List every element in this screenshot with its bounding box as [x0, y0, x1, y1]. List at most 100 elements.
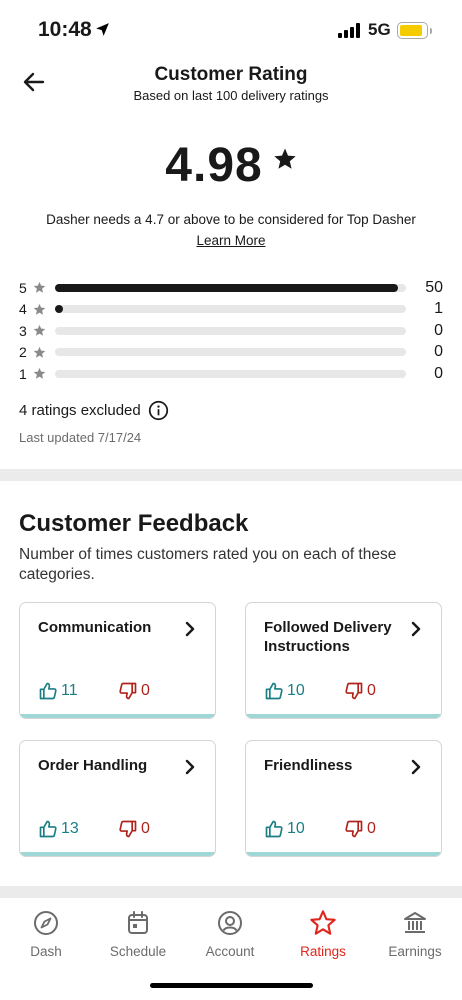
home-indicator	[150, 983, 313, 988]
star-icon	[30, 281, 52, 294]
chevron-right-icon	[183, 759, 197, 780]
feedback-card-title: Order Handling	[38, 757, 148, 774]
thumbs-down-stat: 0	[344, 681, 376, 701]
distribution-row: 30	[19, 320, 443, 342]
section-divider	[0, 886, 462, 898]
battery-icon	[397, 22, 428, 39]
compass-icon	[32, 908, 60, 938]
rating-count: 1	[434, 300, 443, 318]
distribution-row: 41	[19, 299, 443, 321]
distribution-row: 20	[19, 342, 443, 364]
account-icon	[216, 908, 244, 938]
thumbs-up-count: 10	[287, 820, 305, 837]
star-level: 1	[19, 365, 27, 382]
star-icon	[30, 367, 52, 380]
last-updated: Last updated 7/17/24	[19, 430, 142, 445]
thumbs-up-count: 10	[287, 682, 305, 699]
excluded-label: 4 ratings excluded	[19, 402, 141, 419]
star-level: 4	[19, 301, 27, 318]
tab-label: Ratings	[300, 944, 346, 959]
chevron-right-icon	[409, 621, 423, 642]
thumbs-up-stat: 11	[38, 681, 118, 701]
distribution-row: 10	[19, 363, 443, 385]
distribution-bar	[55, 369, 406, 378]
feedback-card-title: Communication	[38, 619, 152, 636]
location-arrow-icon	[96, 23, 109, 36]
tab-account[interactable]: Account	[184, 908, 276, 959]
feedback-stats: 13 0	[38, 819, 150, 839]
tab-earnings[interactable]: Earnings	[369, 908, 461, 959]
calendar-icon	[124, 908, 152, 938]
thumbs-up-stat: 10	[264, 819, 344, 839]
feedback-card-title: Followed Delivery Instructions	[264, 619, 392, 655]
status-time: 10:48	[38, 18, 92, 41]
thumbs-down-stat: 0	[118, 819, 150, 839]
thumbs-down-count: 0	[367, 682, 376, 699]
thumbs-down-stat: 0	[118, 681, 150, 701]
thumbs-down-count: 0	[141, 682, 150, 699]
star-level: 5	[19, 279, 27, 296]
thumbs-down-stat: 0	[344, 819, 376, 839]
feedback-card[interactable]: Followed Delivery Instructions 10 0	[245, 602, 442, 719]
feedback-stats: 11 0	[38, 681, 150, 701]
distribution-bar-fill	[55, 305, 63, 314]
tab-schedule[interactable]: Schedule	[92, 908, 184, 959]
feedback-card[interactable]: Friendliness 10 0	[245, 740, 442, 857]
feedback-card[interactable]: Communication 11 0	[19, 602, 216, 719]
thumbs-down-icon	[118, 819, 138, 839]
distribution-bar	[55, 305, 406, 314]
overall-rating: 4.98	[0, 138, 462, 193]
page-subtitle: Based on last 100 delivery ratings	[133, 88, 329, 103]
star-icon	[30, 324, 52, 337]
thumbs-up-icon	[264, 681, 284, 701]
rating-count: 50	[425, 278, 443, 296]
tab-label: Dash	[30, 944, 62, 959]
thumbs-down-icon	[344, 819, 364, 839]
thumbs-down-count: 0	[141, 820, 150, 837]
thumbs-down-count: 0	[367, 820, 376, 837]
learn-more-link[interactable]: Learn More	[196, 233, 265, 248]
chevron-right-icon	[409, 759, 423, 780]
info-icon[interactable]	[148, 400, 169, 421]
battery-tip	[430, 28, 432, 34]
network-type: 5G	[368, 20, 391, 39]
section-divider	[0, 469, 462, 481]
thumbs-up-count: 11	[61, 682, 78, 699]
thumbs-down-icon	[118, 681, 138, 701]
signal-icon	[338, 23, 360, 38]
page-title: Customer Rating	[154, 64, 308, 85]
distribution-bar	[55, 283, 406, 292]
thumbs-up-icon	[38, 681, 58, 701]
feedback-card[interactable]: Order Handling 13 0	[19, 740, 216, 857]
star-icon	[30, 303, 52, 316]
distribution-bar	[55, 326, 406, 335]
bank-icon	[401, 908, 429, 938]
tab-label: Earnings	[388, 944, 442, 959]
rating-count: 0	[434, 321, 443, 339]
excluded-ratings: 4 ratings excluded	[19, 400, 169, 421]
chevron-right-icon	[183, 621, 197, 642]
thumbs-up-count: 13	[61, 820, 79, 837]
star-icon	[274, 148, 296, 169]
feedback-stats: 10 0	[264, 681, 376, 701]
feedback-card-title: Friendliness	[264, 757, 353, 774]
thumbs-up-stat: 10	[264, 681, 344, 701]
thumbs-up-stat: 13	[38, 819, 118, 839]
distribution-bar-fill	[55, 283, 398, 292]
thumbs-up-icon	[264, 819, 284, 839]
thumbs-down-icon	[344, 681, 364, 701]
star-level: 2	[19, 344, 27, 361]
tab-ratings[interactable]: Ratings	[277, 908, 369, 959]
distribution-row: 5 50	[19, 277, 443, 299]
feedback-stats: 10 0	[264, 819, 376, 839]
star-icon	[309, 908, 337, 938]
rating-count: 0	[434, 343, 443, 361]
rating-count: 0	[434, 364, 443, 382]
star-level: 3	[19, 322, 27, 339]
status-bar: 10:48 5G	[0, 0, 462, 60]
tab-dash[interactable]: Dash	[0, 908, 92, 959]
star-icon	[30, 346, 52, 359]
tab-label: Account	[205, 944, 255, 959]
header: Customer Rating Based on last 100 delive…	[0, 60, 462, 108]
distribution-bar	[55, 348, 406, 357]
